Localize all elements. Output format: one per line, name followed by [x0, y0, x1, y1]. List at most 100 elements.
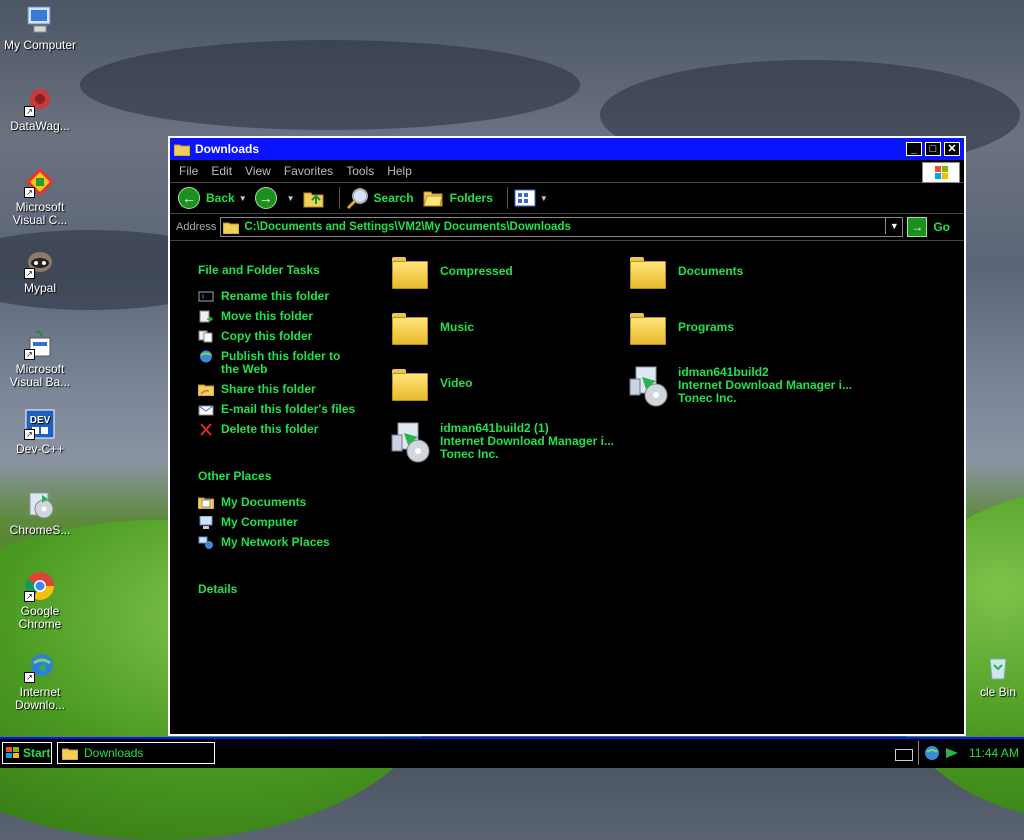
folder-item-video[interactable]: Video [392, 367, 472, 401]
address-dropdown-icon[interactable]: ▼ [885, 218, 902, 234]
folder-icon [392, 255, 428, 289]
desktop-icon-dev-cpp[interactable]: DEV ↗ Dev-C++ [0, 408, 80, 456]
menu-edit[interactable]: Edit [211, 164, 232, 178]
menu-help[interactable]: Help [387, 164, 412, 178]
taskbar: Start Downloads 11:44 AM [0, 737, 1024, 768]
download-tray-icon[interactable] [943, 745, 961, 761]
search-button[interactable]: Search [346, 187, 414, 209]
menu-view[interactable]: View [245, 164, 271, 178]
file-company: Tonec Inc. [678, 391, 737, 405]
start-button[interactable]: Start [2, 742, 52, 764]
file-item-idman641build2-1[interactable]: idman641build2 (1) Internet Download Man… [390, 421, 614, 463]
address-bar: Address C:\Documents and Settings\VM2\My… [170, 214, 964, 241]
task-pane: File and Folder Tasks Rename this folder… [198, 263, 398, 609]
details-heading[interactable]: Details [198, 582, 398, 596]
desktop-icon-visual-c[interactable]: ↗ Microsoft Visual C... [0, 166, 80, 227]
task-move[interactable]: Move this folder [198, 310, 398, 323]
file-item-idman641build2[interactable]: idman641build2 Internet Download Manager… [628, 365, 852, 407]
close-button[interactable]: ✕ [944, 142, 960, 156]
folder-content: File and Folder Tasks Rename this folder… [170, 241, 964, 734]
desktop-icon-label: Internet Downlo... [14, 685, 66, 712]
folder-item-music[interactable]: Music [392, 311, 474, 345]
desktop-icon-mypal[interactable]: ↗ Mypal [0, 247, 80, 295]
copy-icon [198, 330, 213, 343]
menu-file[interactable]: File [179, 164, 198, 178]
desktop-icon-label: My Computer [3, 38, 77, 52]
file-name: Compressed [440, 264, 513, 278]
folders-button[interactable]: Folders [422, 188, 493, 208]
taskbar-item-label: Downloads [84, 746, 144, 760]
chevron-down-icon[interactable]: ▼ [287, 194, 295, 203]
chrome-icon: ↗ [24, 570, 56, 602]
other-places-heading[interactable]: Other Places [198, 469, 398, 483]
chevron-down-icon[interactable]: ▼ [239, 194, 247, 203]
folder-icon [392, 367, 428, 401]
recycle-bin-icon [982, 651, 1014, 683]
place-my-network-places[interactable]: My Network Places [198, 536, 398, 549]
file-company: Tonec Inc. [440, 447, 499, 461]
file-name: Documents [678, 264, 744, 278]
desktop-icon-chromes[interactable]: ChromeS... [0, 489, 80, 537]
folder-item-documents[interactable]: Documents [630, 255, 743, 289]
desktop-icon-label: ChromeS... [9, 523, 71, 537]
menu-favorites[interactable]: Favorites [284, 164, 333, 178]
go-label: Go [933, 220, 950, 234]
folder-item-compressed[interactable]: Compressed [392, 255, 513, 289]
chevron-down-icon[interactable]: ▼ [540, 194, 548, 203]
desktop-icon-label: Microsoft Visual C... [12, 200, 68, 227]
network-tray-icon[interactable] [923, 745, 941, 761]
views-icon [514, 189, 536, 207]
minimize-button[interactable]: _ [906, 142, 922, 156]
forward-arrow-icon: → [254, 187, 277, 209]
back-label: Back [206, 191, 235, 205]
address-input[interactable]: C:\Documents and Settings\VM2\My Documen… [220, 217, 904, 237]
forward-button[interactable]: → ▼ [254, 187, 295, 209]
computer-icon [199, 516, 213, 529]
visual-cpp-icon: ↗ [24, 166, 56, 198]
place-label: My Computer [221, 515, 298, 529]
place-my-computer[interactable]: My Computer [198, 516, 398, 529]
views-button[interactable]: ▼ [514, 189, 548, 207]
desktop-icon-label: DataWag... [10, 119, 70, 133]
desktop-icon-google-chrome[interactable]: ↗ Google Chrome [0, 570, 80, 631]
file-folder-tasks-heading[interactable]: File and Folder Tasks [198, 263, 398, 277]
dev-cpp-icon: DEV ↗ [24, 408, 56, 440]
maximize-button[interactable]: □ [925, 142, 941, 156]
task-label: E-mail this folder's files [221, 402, 356, 416]
computer-icon [24, 4, 56, 36]
task-copy[interactable]: Copy this folder [198, 330, 398, 343]
task-share[interactable]: Share this folder [198, 383, 398, 396]
folder-item-programs[interactable]: Programs [630, 311, 734, 345]
task-label: Move this folder [221, 309, 314, 323]
share-folder-icon [198, 384, 214, 396]
task-label: Share this folder [221, 382, 316, 396]
desktop-icon-visual-basic[interactable]: ↗ Microsoft Visual Ba... [0, 328, 80, 389]
go-arrow-icon: → [907, 217, 928, 237]
menu-tools[interactable]: Tools [346, 164, 374, 178]
keyboard-icon[interactable] [895, 749, 913, 761]
menu-bar: File Edit View Favorites Tools Help [170, 160, 964, 183]
desktop-icon-internet-download[interactable]: ↗ Internet Downlo... [0, 651, 80, 712]
task-publish[interactable]: Publish this folder to the Web [198, 350, 398, 376]
task-label: Publish this folder to the Web [221, 349, 341, 376]
task-rename[interactable]: Rename this folder [198, 290, 398, 303]
windows-logo-icon [922, 162, 960, 183]
title-bar[interactable]: Downloads _ □ ✕ [170, 138, 964, 160]
desktop-icon-datawag[interactable]: ↗ DataWag... [0, 85, 80, 133]
up-button[interactable] [303, 188, 325, 208]
folders-icon [422, 191, 443, 207]
folder-icon [223, 222, 240, 234]
taskbar-item-downloads[interactable]: Downloads [57, 742, 215, 764]
place-my-documents[interactable]: My Documents [198, 496, 398, 509]
go-button[interactable]: → Go [907, 217, 950, 237]
email-icon [198, 405, 214, 416]
desktop-icon-my-computer[interactable]: My Computer [0, 4, 80, 52]
task-delete[interactable]: Delete this folder [198, 423, 398, 436]
folder-icon [630, 311, 666, 345]
task-email[interactable]: E-mail this folder's files [198, 403, 398, 416]
installer-disc-icon [628, 365, 668, 407]
clock[interactable]: 11:44 AM [969, 746, 1019, 760]
back-button[interactable]: ← Back ▼ [178, 187, 247, 209]
toolbar: ← Back ▼ → ▼ Search Folders ▼ [170, 183, 964, 214]
task-label: Copy this folder [221, 329, 313, 343]
